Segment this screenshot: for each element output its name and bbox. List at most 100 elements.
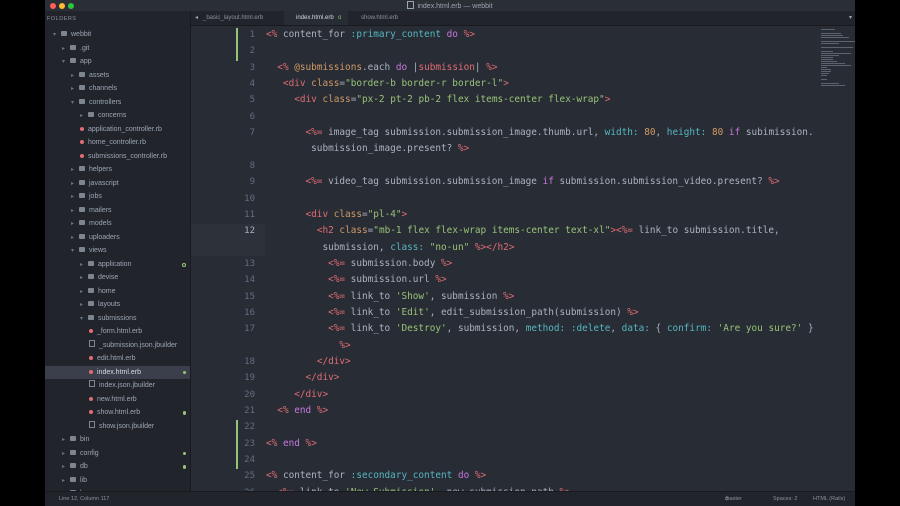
line-number: 11 — [244, 209, 255, 220]
code-line[interactable]: <h2 class="mb-1 flex flex-wrap items-cen… — [266, 225, 780, 236]
folder-item[interactable]: ▸ channels — [45, 82, 190, 96]
chevron-right-icon[interactable]: ▸ — [62, 448, 70, 462]
chevron-right-icon[interactable]: ▸ — [71, 70, 79, 84]
code-line[interactable]: <%= link_to 'Destroy', submission, metho… — [266, 323, 814, 334]
tab-menu-chevron-icon[interactable]: ▾ — [849, 11, 852, 25]
folder-item[interactable]: ▾ submissions — [45, 312, 190, 326]
file-item[interactable]: index.json.jbuilder — [45, 379, 190, 393]
file-item[interactable]: show.json.jbuilder — [45, 420, 190, 434]
file-item[interactable]: application_controller.rb — [45, 123, 190, 137]
file-item[interactable]: new.html.erb — [45, 393, 190, 407]
chevron-right-icon[interactable]: ▸ — [80, 272, 88, 286]
line-number: 22 — [244, 422, 255, 433]
file-item[interactable]: index.html.erb — [45, 365, 190, 379]
minimap-line — [821, 35, 843, 36]
chevron-right-icon[interactable]: ▸ — [80, 110, 88, 124]
file-item[interactable]: _form.html.erb — [45, 325, 190, 339]
code-line[interactable]: <%= image_tag submission.submission_imag… — [266, 127, 814, 138]
indentation[interactable]: Spaces: 2 — [773, 492, 797, 506]
folder-item[interactable]: ▸ javascript — [45, 177, 190, 191]
folder-item[interactable]: ▾ views — [45, 244, 190, 258]
folder-item[interactable]: ▸ devise — [45, 271, 190, 285]
chevron-right-icon[interactable]: ▸ — [71, 205, 79, 219]
folder-item[interactable]: ▸ .git — [45, 42, 190, 56]
line-number: 13 — [244, 258, 255, 269]
chevron-right-icon[interactable]: ▸ — [62, 461, 70, 475]
chevron-down-icon[interactable]: ▾ — [71, 97, 79, 111]
code-line[interactable]: <% content_for :primary_content do %> — [266, 29, 475, 40]
folder-item[interactable]: ▾ webbit — [45, 28, 190, 42]
syntax-selector[interactable]: HTML (Rails) — [813, 492, 845, 506]
folder-item[interactable]: ▸ home — [45, 285, 190, 299]
modified-dot-icon[interactable]: o — [338, 11, 341, 25]
file-item[interactable]: _submission.json.jbuilder — [45, 339, 190, 353]
file-item[interactable]: edit.html.erb — [45, 352, 190, 366]
code-line[interactable]: <% @submissions.each do |submission| %> — [266, 62, 497, 73]
code-line[interactable]: submission, class: "no-un" %></h2> — [266, 242, 514, 253]
code-line[interactable]: <%= link_to 'Edit', edit_submission_path… — [266, 307, 638, 318]
folder-item[interactable]: ▾ app — [45, 55, 190, 69]
folder-item[interactable]: ▸ db — [45, 460, 190, 474]
chevron-down-icon[interactable]: ▾ — [80, 313, 88, 327]
file-item[interactable]: show.html.erb — [45, 406, 190, 420]
file-item[interactable]: submissions_controller.rb — [45, 150, 190, 164]
line-number: 21 — [244, 406, 255, 417]
tab-basic-layout-html-erb[interactable]: _basic_layout.html.erb ◂ — [191, 11, 283, 25]
code-line[interactable]: submission_image.present? %> — [266, 143, 469, 154]
chevron-right-icon[interactable]: ▸ — [71, 83, 79, 97]
line-number: 16 — [244, 307, 255, 318]
folder-item[interactable]: ▸ assets — [45, 69, 190, 83]
ruby-file-icon — [89, 410, 93, 414]
code-line[interactable]: <%= submission.url %> — [266, 274, 447, 285]
folder-item[interactable]: ▸ bin — [45, 433, 190, 447]
folder-item[interactable]: ▸ concerns — [45, 109, 190, 123]
file-item[interactable]: home_controller.rb — [45, 136, 190, 150]
folder-item[interactable]: ▾ controllers — [45, 96, 190, 110]
code-line[interactable]: </div> — [266, 389, 328, 400]
chevron-right-icon[interactable]: ▸ — [71, 218, 79, 232]
code-line[interactable]: </div> — [266, 372, 340, 383]
folder-item[interactable]: ▸ jobs — [45, 190, 190, 204]
chevron-down-icon[interactable]: ▾ — [71, 245, 79, 259]
chevron-down-icon[interactable]: ▾ — [62, 56, 70, 70]
code-line[interactable]: <div class="px-2 pt-2 pb-2 flex items-ce… — [266, 94, 610, 105]
folder-item[interactable]: ▸ helpers — [45, 163, 190, 177]
chevron-right-icon[interactable]: ▸ — [62, 434, 70, 448]
tree-item-label: devise — [98, 274, 119, 281]
code-line[interactable]: %> — [266, 340, 350, 351]
code-line[interactable]: <%= video_tag submission.submission_imag… — [266, 176, 780, 187]
folder-item[interactable]: ▸ lib — [45, 474, 190, 488]
folder-item[interactable]: ▸ layouts — [45, 298, 190, 312]
code-line[interactable]: <div class="pl-4"> — [266, 209, 408, 220]
code-line[interactable]: </div> — [266, 356, 351, 367]
chevron-right-icon[interactable]: ▸ — [71, 164, 79, 178]
tree-item-label: concerns — [98, 112, 127, 119]
folder-item[interactable]: ▸ uploaders — [45, 231, 190, 245]
minimap[interactable] — [819, 26, 855, 86]
chevron-right-icon[interactable]: ▸ — [80, 299, 88, 313]
folder-icon — [79, 98, 85, 104]
folder-item[interactable]: ▸ models — [45, 217, 190, 231]
chevron-right-icon[interactable]: ▸ — [62, 475, 70, 489]
minimap-line — [821, 75, 827, 76]
code-editor[interactable]: 1 2 3 4 5 6 7 8 9 10 11 12 13 14 15 16 17 18 19 20 21 22 23 24 2… — [191, 26, 855, 491]
code-line[interactable]: <% end %> — [266, 438, 317, 449]
folder-item[interactable]: ▸ application — [45, 258, 190, 272]
tab-index-html-erb[interactable]: index.html.erb o — [284, 11, 348, 25]
chevron-right-icon[interactable]: ▸ — [62, 43, 70, 57]
folder-item[interactable]: ▸ mailers — [45, 204, 190, 218]
code-line[interactable]: <% content_for :secondary_content do %> — [266, 470, 486, 481]
tab-scroll-left-icon[interactable]: ◂ — [195, 11, 198, 25]
chevron-right-icon[interactable]: ▸ — [80, 286, 88, 300]
folder-item[interactable]: ▸ config — [45, 447, 190, 461]
chevron-right-icon[interactable]: ▸ — [71, 178, 79, 192]
chevron-right-icon[interactable]: ▸ — [80, 259, 88, 273]
chevron-down-icon[interactable]: ▾ — [53, 29, 61, 43]
code-line[interactable]: <%= link_to 'Show', submission %> — [266, 291, 514, 302]
tab-show-html-erb[interactable]: show.html.erb — [349, 11, 419, 25]
code-line[interactable]: <div class="border-b border-r border-l"> — [266, 78, 509, 89]
code-line[interactable]: <%= submission.body %> — [266, 258, 452, 269]
chevron-right-icon[interactable]: ▸ — [71, 191, 79, 205]
chevron-right-icon[interactable]: ▸ — [71, 232, 79, 246]
code-line[interactable]: <% end %> — [266, 405, 328, 416]
